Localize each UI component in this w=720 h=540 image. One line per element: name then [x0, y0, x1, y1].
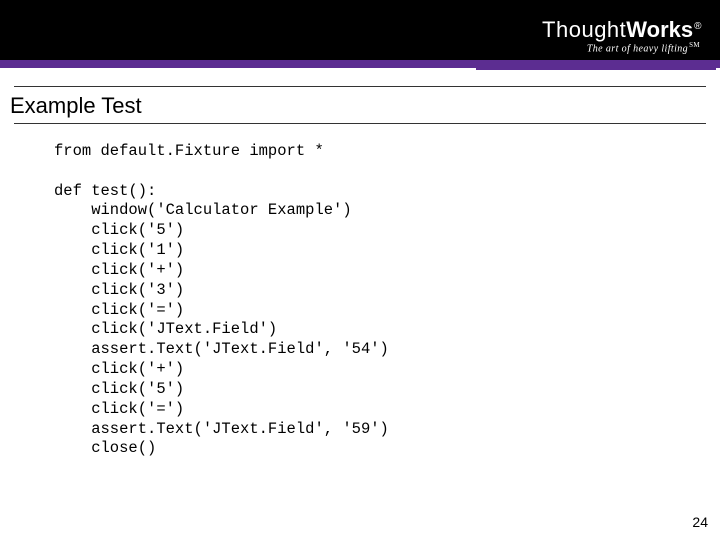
accent-box — [476, 60, 716, 70]
page-title: Example Test — [8, 87, 712, 123]
code-block: from default.Fixture import * def test()… — [54, 142, 720, 459]
code-line: window('Calculator Example') — [54, 201, 352, 219]
code-line: click('+') — [54, 360, 184, 378]
brand-logo: ThoughtWorks® The art of heavy liftingSM — [542, 8, 708, 64]
slide: ThoughtWorks® The art of heavy liftingSM… — [0, 0, 720, 540]
brand-suffix: Works — [626, 17, 693, 42]
code-line: close() — [54, 439, 156, 457]
code-line: click('JText.Field') — [54, 320, 277, 338]
code-line: assert.Text('JText.Field', '59') — [54, 420, 389, 438]
registered-mark: ® — [694, 21, 702, 32]
title-rule-bottom — [14, 123, 706, 124]
brand-tagline: The art of heavy liftingSM — [587, 41, 700, 54]
tagline-text: The art of heavy lifting — [587, 44, 688, 55]
header-bar: ThoughtWorks® The art of heavy liftingSM — [0, 0, 720, 60]
code-line: click('3') — [54, 281, 184, 299]
code-line: click('=') — [54, 400, 184, 418]
code-line: assert.Text('JText.Field', '54') — [54, 340, 389, 358]
service-mark: SM — [689, 41, 700, 49]
code-line: click('=') — [54, 301, 184, 319]
brand-name: ThoughtWorks® — [542, 17, 702, 43]
title-section: Example Test — [0, 86, 720, 128]
code-line: click('+') — [54, 261, 184, 279]
code-line: click('1') — [54, 241, 184, 259]
code-line: from default.Fixture import * — [54, 142, 324, 160]
code-line: click('5') — [54, 221, 184, 239]
code-line: click('5') — [54, 380, 184, 398]
code-line: def test(): — [54, 182, 156, 200]
brand-prefix: Thought — [542, 17, 626, 42]
page-number: 24 — [692, 514, 708, 530]
